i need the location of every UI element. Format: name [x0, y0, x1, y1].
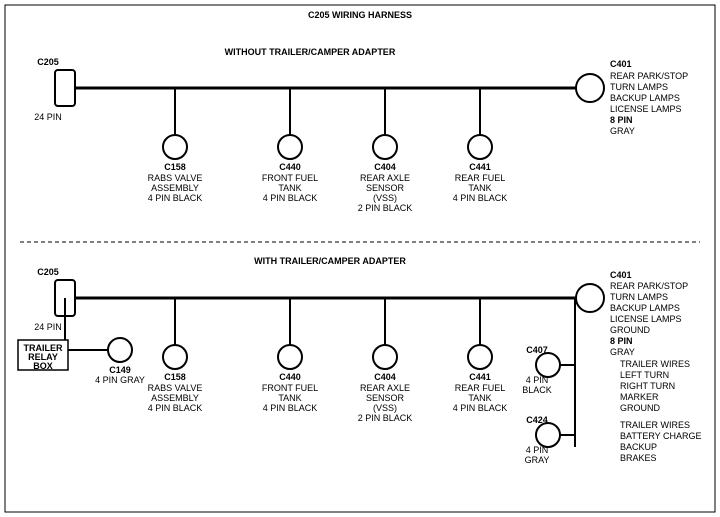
bottom-c401-desc5: GROUND — [610, 325, 650, 335]
top-c441-label: C441 — [469, 162, 491, 172]
bottom-c407-label: C407 — [526, 345, 548, 355]
bottom-c401-desc4: LICENSE LAMPS — [610, 314, 682, 324]
bottom-c401-desc3: BACKUP LAMPS — [610, 303, 680, 313]
trailer-relay-label3: BOX — [33, 361, 53, 371]
bottom-c441-connector — [468, 345, 492, 369]
bottom-c401-color: GRAY — [610, 347, 635, 357]
bottom-c424-connector — [536, 423, 560, 447]
top-c441-desc1: REAR FUEL — [455, 173, 506, 183]
bottom-right-connector — [576, 284, 604, 312]
bottom-c440-desc3: 4 PIN BLACK — [263, 403, 318, 413]
bottom-c407-desc5: GROUND — [620, 403, 660, 413]
top-c404-desc4: 2 PIN BLACK — [358, 203, 413, 213]
bottom-c401-desc1: REAR PARK/STOP — [610, 281, 688, 291]
bottom-c424-pin: 4 PIN — [526, 445, 549, 455]
bottom-c401-label: C401 — [610, 270, 632, 280]
top-c441-connector — [468, 135, 492, 159]
top-c205-label: C205 — [37, 57, 59, 67]
bottom-c424-desc1: TRAILER WIRES — [620, 420, 690, 430]
top-c404-connector — [373, 135, 397, 159]
top-c158-desc3: 4 PIN BLACK — [148, 193, 203, 203]
bottom-c407-desc4: MARKER — [620, 392, 659, 402]
top-c205-pins: 24 PIN — [34, 112, 62, 122]
bottom-c424-desc3: BACKUP — [620, 442, 657, 452]
top-c401-pin: 8 PIN — [610, 115, 633, 125]
bottom-c424-color: GRAY — [525, 455, 550, 465]
bottom-c205-label: C205 — [37, 267, 59, 277]
bottom-c441-desc2: TANK — [468, 393, 491, 403]
bottom-c158-label: C158 — [164, 372, 186, 382]
bottom-c158-desc1: RABS VALVE — [148, 383, 203, 393]
top-c401-desc3: BACKUP LAMPS — [610, 93, 680, 103]
top-c401-desc2: TURN LAMPS — [610, 82, 668, 92]
bottom-c440-connector — [278, 345, 302, 369]
top-c441-desc3: 4 PIN BLACK — [453, 193, 508, 203]
top-c440-label: C440 — [279, 162, 301, 172]
bottom-c407-color: BLACK — [522, 385, 552, 395]
bottom-c404-connector — [373, 345, 397, 369]
diagram-title: C205 WIRING HARNESS — [308, 10, 412, 20]
bottom-c149-pins: 4 PIN GRAY — [95, 375, 145, 385]
top-c404-desc2: SENSOR — [366, 183, 405, 193]
bottom-c424-desc2: BATTERY CHARGE — [620, 431, 702, 441]
top-c401-desc1: REAR PARK/STOP — [610, 71, 688, 81]
bottom-c407-desc3: RIGHT TURN — [620, 381, 675, 391]
top-c401-desc4: LICENSE LAMPS — [610, 104, 682, 114]
top-c441-desc2: TANK — [468, 183, 491, 193]
top-c440-desc3: 4 PIN BLACK — [263, 193, 318, 203]
bottom-c404-desc1: REAR AXLE — [360, 383, 410, 393]
bottom-c441-label: C441 — [469, 372, 491, 382]
wiring-diagram: C205 WIRING HARNESS WITHOUT TRAILER/CAMP… — [0, 0, 720, 517]
top-c404-desc3: (VSS) — [373, 193, 397, 203]
top-section-label: WITHOUT TRAILER/CAMPER ADAPTER — [225, 47, 396, 57]
top-c440-desc2: TANK — [278, 183, 301, 193]
top-c158-desc1: RABS VALVE — [148, 173, 203, 183]
bottom-c441-desc3: 4 PIN BLACK — [453, 403, 508, 413]
bottom-c404-desc4: 2 PIN BLACK — [358, 413, 413, 423]
bottom-c407-connector — [536, 353, 560, 377]
top-c440-connector — [278, 135, 302, 159]
bottom-c149-label: C149 — [109, 365, 131, 375]
bottom-section-label: WITH TRAILER/CAMPER ADAPTER — [254, 256, 406, 266]
bottom-c158-connector — [163, 345, 187, 369]
bottom-c149-connector — [108, 338, 132, 362]
top-c158-connector — [163, 135, 187, 159]
top-c404-desc1: REAR AXLE — [360, 173, 410, 183]
bottom-c440-desc1: FRONT FUEL — [262, 383, 318, 393]
bottom-c441-desc1: REAR FUEL — [455, 383, 506, 393]
bottom-c401-pin: 8 PIN — [610, 336, 633, 346]
bottom-c440-desc2: TANK — [278, 393, 301, 403]
bottom-c407-desc1: TRAILER WIRES — [620, 359, 690, 369]
bottom-c407-pin: 4 PIN — [526, 375, 549, 385]
bottom-c424-desc4: BRAKES — [620, 453, 657, 463]
bottom-c205-pins: 24 PIN — [34, 322, 62, 332]
bottom-c158-desc3: 4 PIN BLACK — [148, 403, 203, 413]
bottom-c424-label: C424 — [526, 415, 548, 425]
bottom-c404-label: C404 — [374, 372, 396, 382]
top-c158-desc2: ASSEMBLY — [151, 183, 199, 193]
bottom-c404-desc3: (VSS) — [373, 403, 397, 413]
top-c404-label: C404 — [374, 162, 396, 172]
top-c158-label: C158 — [164, 162, 186, 172]
bottom-c440-label: C440 — [279, 372, 301, 382]
top-c401-color: GRAY — [610, 126, 635, 136]
top-c440-desc1: FRONT FUEL — [262, 173, 318, 183]
bottom-c158-desc2: ASSEMBLY — [151, 393, 199, 403]
bottom-c404-desc2: SENSOR — [366, 393, 405, 403]
top-left-connector — [55, 70, 75, 106]
bottom-c401-desc2: TURN LAMPS — [610, 292, 668, 302]
bottom-c407-desc2: LEFT TURN — [620, 370, 669, 380]
top-c401-label: C401 — [610, 59, 632, 69]
top-right-connector — [576, 74, 604, 102]
